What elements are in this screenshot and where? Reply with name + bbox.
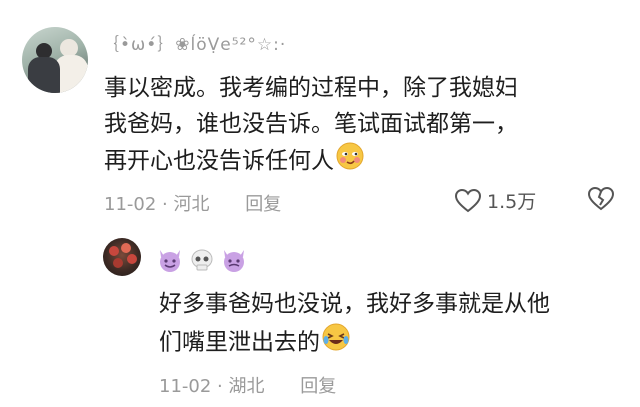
reply-reply-button[interactable]: 回复 — [300, 376, 336, 397]
comment-line: 事以密成。我考编的过程中，除了我媳妇 — [104, 75, 518, 101]
reply-content: 好多事爸妈也没说，我好多事就是从他 们嘴里泄出去的 — [159, 285, 550, 363]
replier-username[interactable] — [157, 248, 247, 272]
reply-line: 好多事爸妈也没说，我好多事就是从他 — [159, 291, 550, 317]
comment-content: 事以密成。我考编的过程中，除了我媳妇 我爸妈，谁也没告诉。笔试面试都第一， 再开… — [104, 70, 624, 181]
comment-line: 我爸妈，谁也没告诉。笔试面试都第一， — [104, 111, 518, 137]
reply-location: 湖北 — [228, 376, 265, 397]
replier-avatar[interactable] — [103, 238, 141, 276]
meta-separator: · — [162, 194, 168, 215]
dislike-button[interactable] — [587, 186, 615, 215]
meta-separator: · — [217, 376, 223, 397]
purple-devil-icon — [221, 248, 247, 272]
comment-reply-button[interactable]: 回复 — [245, 194, 281, 215]
laughing-crying-emoji-icon — [322, 323, 350, 363]
reply-line-last: 们嘴里泄出去的 — [159, 323, 550, 363]
heart-icon — [455, 188, 481, 212]
broken-heart-icon — [587, 186, 615, 211]
smirk-emoji-icon — [336, 142, 364, 181]
comment-date: 11-02 — [104, 194, 157, 215]
comment-meta: 11-02 · 河北 回复 — [104, 190, 281, 216]
comment-line-last: 再开心也没告诉任何人 — [104, 142, 624, 181]
like-count: 1.5万 — [487, 191, 537, 213]
reply-meta: 11-02 · 湖北 回复 — [159, 372, 336, 398]
like-button[interactable]: 1.5万 — [455, 187, 536, 214]
purple-devil-icon — [157, 248, 183, 272]
comment-location: 河北 — [173, 194, 210, 215]
reply-date: 11-02 — [159, 376, 212, 397]
commenter-username[interactable]: ｛•̀ω•́｝❀ĺöṾe⁵²°☆:‧ — [102, 30, 286, 55]
skull-icon — [189, 248, 215, 272]
commenter-avatar[interactable] — [22, 27, 88, 93]
